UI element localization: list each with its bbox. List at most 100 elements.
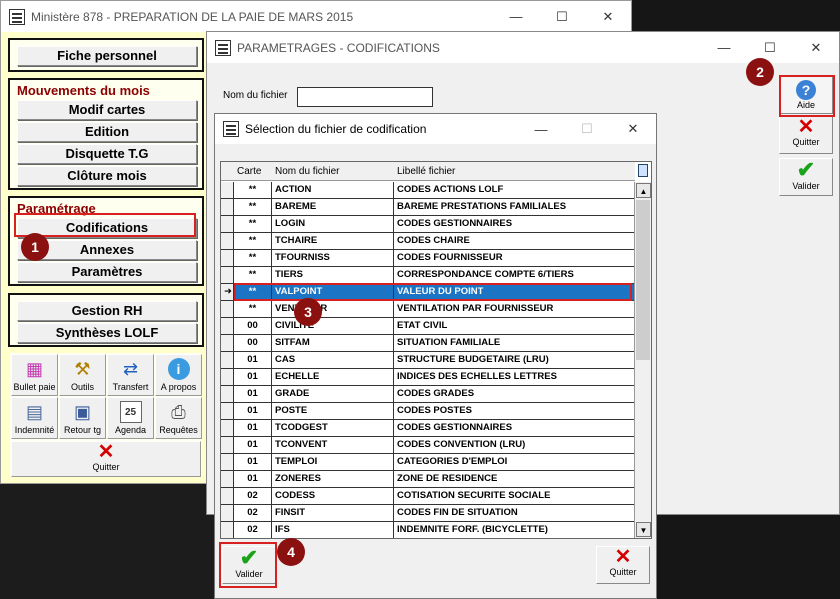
nom-fichier-input[interactable] bbox=[297, 87, 433, 107]
table-row[interactable]: **VENTFOURVENTILATION PAR FOURNISSEUR bbox=[221, 301, 635, 318]
tool-panel: ▦ Bullet paie ⚒ Outils ⇄ Transfert i A p… bbox=[8, 351, 204, 479]
table-row[interactable]: ** TFOURNISS CODES FOURNISSEUR bbox=[221, 250, 635, 267]
minimize-button[interactable]: — bbox=[701, 32, 747, 63]
table-row[interactable]: 01 CAS STRUCTURE BUDGETAIRE (LRU) bbox=[221, 352, 635, 369]
cell-libelle: VENTILATION PAR FOURNISSEUR bbox=[394, 301, 635, 317]
table-row[interactable]: 01 TCODGEST CODES GESTIONNAIRES bbox=[221, 420, 635, 437]
minimize-button[interactable]: — bbox=[493, 1, 539, 32]
cell-carte: ** bbox=[234, 182, 272, 198]
row-indicator bbox=[221, 182, 234, 198]
cell-carte: ** bbox=[234, 199, 272, 215]
main-window-title: Ministère 878 - PREPARATION DE LA PAIE D… bbox=[31, 9, 354, 24]
row-indicator bbox=[221, 216, 234, 232]
vertical-scrollbar[interactable]: ▲ ▼ bbox=[634, 182, 651, 538]
close-button[interactable]: ✕ bbox=[610, 114, 656, 145]
edition-button[interactable]: Edition bbox=[17, 122, 197, 142]
table-row[interactable]: 01 ECHELLE INDICES DES ECHELLES LETTRES bbox=[221, 369, 635, 386]
menu-group-gestion: Gestion RH Synthèses LOLF bbox=[8, 293, 204, 347]
close-button[interactable]: ✕ bbox=[585, 1, 631, 32]
parametres-button[interactable]: Paramètres bbox=[17, 262, 197, 282]
cell-carte: 02 bbox=[234, 488, 272, 504]
printer-icon: ⎙ bbox=[171, 402, 186, 422]
cloture-mois-button[interactable]: Clôture mois bbox=[17, 166, 197, 186]
close-x-icon: ✕ bbox=[614, 546, 632, 568]
param-quit-button[interactable]: ✕ Quitter bbox=[779, 116, 833, 154]
table-row[interactable]: ** TCHAIRE CODES CHAIRE bbox=[221, 233, 635, 250]
outils-button[interactable]: ⚒ Outils bbox=[59, 354, 106, 396]
bullet-paie-button[interactable]: ▦ Bullet paie bbox=[11, 354, 58, 396]
app-icon bbox=[223, 121, 239, 137]
table-row[interactable]: 01 TEMPLOI CATEGORIES D'EMPLOI bbox=[221, 454, 635, 471]
param-quit-label: Quitter bbox=[792, 137, 820, 147]
allowance-icon: ▤ bbox=[25, 402, 43, 422]
column-header-libelle[interactable]: Libellé fichier bbox=[394, 162, 635, 180]
row-indicator bbox=[221, 488, 234, 504]
cell-libelle: CODES FIN DE SITUATION bbox=[394, 505, 635, 521]
table-row[interactable]: ** ACTION CODES ACTIONS LOLF bbox=[221, 182, 635, 199]
table-row[interactable]: ** LOGIN CODES GESTIONNAIRES bbox=[221, 216, 635, 233]
table-row[interactable]: 02 IFS INDEMNITE FORF. (BICYCLETTE) bbox=[221, 522, 635, 538]
grid-rows: ** ACTION CODES ACTIONS LOLF ** BAREME BAREME… bbox=[221, 182, 635, 538]
table-row[interactable]: 01 TCONVENT CODES CONVENTION (LRU) bbox=[221, 437, 635, 454]
cell-carte: 01 bbox=[234, 386, 272, 402]
close-x-icon: ✕ bbox=[97, 441, 115, 463]
indemnite-label: Indemnité bbox=[14, 425, 55, 435]
syntheses-lolf-button[interactable]: Synthèses LOLF bbox=[17, 323, 197, 343]
column-header-nom[interactable]: Nom du fichier bbox=[272, 162, 394, 180]
table-row[interactable]: 00 SITFAM SITUATION FAMILIALE bbox=[221, 335, 635, 352]
disquette-tg-button[interactable]: Disquette T.G bbox=[17, 144, 197, 164]
maximize-button[interactable]: ☐ bbox=[564, 114, 610, 145]
modif-cartes-button[interactable]: Modif cartes bbox=[17, 100, 197, 120]
transfert-button[interactable]: ⇄ Transfert bbox=[107, 354, 154, 396]
row-indicator bbox=[221, 199, 234, 215]
dialog-titlebar: Sélection du fichier de codification — ☐… bbox=[215, 114, 656, 144]
scroll-thumb[interactable] bbox=[636, 200, 650, 360]
scroll-up-arrow[interactable]: ▲ bbox=[636, 183, 651, 198]
retour-tg-button[interactable]: ▣ Retour tg bbox=[59, 397, 106, 439]
cell-nom-fichier: GRADE bbox=[272, 386, 394, 402]
row-indicator bbox=[221, 369, 234, 385]
cell-libelle: CODES GESTIONNAIRES bbox=[394, 216, 635, 232]
main-quit-button[interactable]: ✕ Quitter bbox=[11, 441, 201, 477]
cell-nom-fichier: ACTION bbox=[272, 182, 394, 198]
gestion-rh-button[interactable]: Gestion RH bbox=[17, 301, 197, 321]
cell-nom-fichier: TCHAIRE bbox=[272, 233, 394, 249]
indemnite-button[interactable]: ▤ Indemnité bbox=[11, 397, 58, 439]
requetes-button[interactable]: ⎙ Requêtes bbox=[155, 397, 202, 439]
table-row[interactable]: 01 ZONERES ZONE DE RESIDENCE bbox=[221, 471, 635, 488]
cell-libelle: CORRESPONDANCE COMPTE 6/TIERS bbox=[394, 267, 635, 283]
scroll-down-arrow[interactable]: ▼ bbox=[636, 522, 651, 537]
table-row[interactable]: 02 FINSIT CODES FIN DE SITUATION bbox=[221, 505, 635, 522]
cell-carte: 01 bbox=[234, 403, 272, 419]
highlight-codifications bbox=[14, 213, 196, 237]
table-row[interactable]: 02 CODESS COTISATION SECURITE SOCIALE bbox=[221, 488, 635, 505]
fiche-personnel-button[interactable]: Fiche personnel bbox=[17, 46, 197, 66]
row-indicator bbox=[221, 522, 234, 538]
cell-libelle: CODES GRADES bbox=[394, 386, 635, 402]
param-validate-button[interactable]: ✔ Valider bbox=[779, 158, 833, 196]
table-row[interactable]: ** TIERS CORRESPONDANCE COMPTE 6/TIERS bbox=[221, 267, 635, 284]
table-row[interactable]: 01 GRADE CODES GRADES bbox=[221, 386, 635, 403]
cell-nom-fichier: CODESS bbox=[272, 488, 394, 504]
column-header-carte[interactable]: Carte bbox=[234, 162, 272, 180]
table-row[interactable]: 00 CIVILITE ETAT CIVIL bbox=[221, 318, 635, 335]
checkmark-icon: ✔ bbox=[796, 157, 816, 182]
table-row[interactable]: 01 POSTE CODES POSTES bbox=[221, 403, 635, 420]
agenda-button[interactable]: 25 Agenda bbox=[107, 397, 154, 439]
cell-libelle: INDEMNITE FORF. (BICYCLETTE) bbox=[394, 522, 635, 538]
minimize-button[interactable]: — bbox=[518, 114, 564, 145]
row-indicator bbox=[221, 454, 234, 470]
table-row[interactable]: ** BAREME BAREME PRESTATIONS FAMILIALES bbox=[221, 199, 635, 216]
maximize-button[interactable]: ☐ bbox=[539, 1, 585, 32]
a-propos-button[interactable]: i A propos bbox=[155, 354, 202, 396]
cell-nom-fichier: TFOURNISS bbox=[272, 250, 394, 266]
outils-label: Outils bbox=[70, 382, 94, 392]
trash-icon[interactable] bbox=[638, 164, 648, 177]
cell-nom-fichier: POSTE bbox=[272, 403, 394, 419]
nom-fichier-label: Nom du fichier bbox=[223, 90, 288, 101]
agenda-label: Agenda bbox=[114, 425, 147, 435]
dialog-quit-button[interactable]: ✕ Quitter bbox=[596, 546, 650, 584]
close-button[interactable]: ✕ bbox=[793, 32, 839, 63]
app-icon bbox=[215, 39, 231, 56]
cell-libelle: CODES CHAIRE bbox=[394, 233, 635, 249]
